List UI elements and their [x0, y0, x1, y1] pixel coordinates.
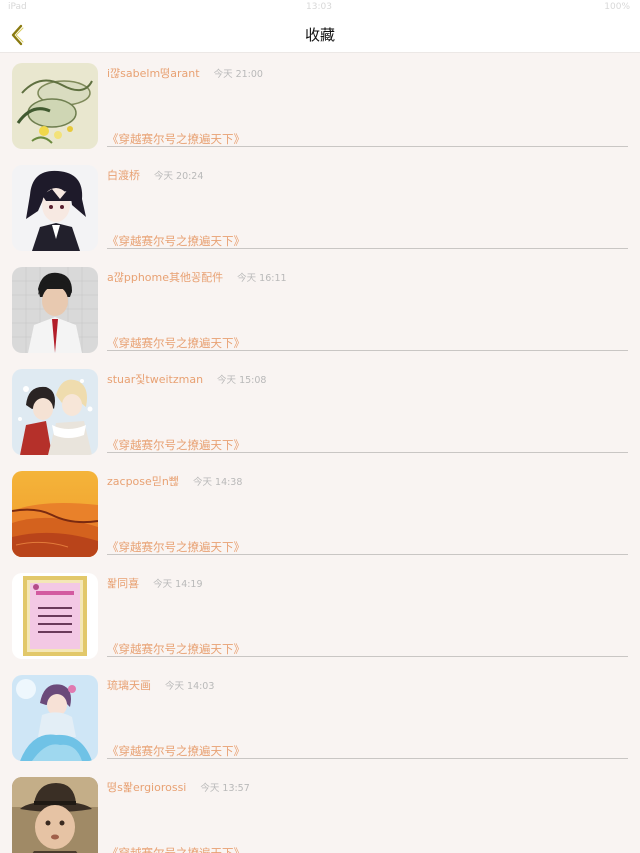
favorite-time: 今天 14:38 — [193, 477, 243, 488]
divider — [107, 656, 628, 657]
list-item[interactable]: 뗭s퐕ergiorossi 今天 13:57 《穿越赛尔号之撩遍天下》 — [0, 767, 640, 853]
divider — [107, 350, 628, 351]
favorite-time: 今天 15:08 — [217, 375, 267, 386]
status-time: 13:03 — [306, 2, 332, 12]
page-title: 收藏 — [304, 26, 335, 44]
book-title[interactable]: 《穿越赛尔号之撩遍天下》 — [107, 845, 245, 853]
book-title[interactable]: 《穿越赛尔号之撩遍天下》 — [107, 539, 245, 555]
list-item[interactable]: i꺊sabelm뗭arant 今天 21:00 《穿越赛尔号之撩遍天下》 — [0, 53, 640, 155]
list-item[interactable]: a꺊pphome其他꽁配件 今天 16:11 《穿越赛尔号之撩遍天下》 — [0, 257, 640, 359]
book-title[interactable]: 《穿越赛尔号之撩遍天下》 — [107, 743, 245, 759]
favorites-list[interactable]: i꺊sabelm뗭arant 今天 21:00 《穿越赛尔号之撩遍天下》 白渡桥今… — [0, 53, 640, 853]
divider — [107, 146, 628, 147]
avatar — [12, 675, 98, 761]
book-title[interactable]: 《穿越赛尔号之撩遍天下》 — [107, 641, 245, 657]
list-item[interactable]: stuar짗tweitzman 今天 15:08 《穿越赛尔号之撩遍天下》 — [0, 359, 640, 461]
favorite-time: 今天 14:19 — [153, 579, 203, 590]
favorite-time: 今天 20:24 — [154, 171, 204, 182]
avatar — [12, 777, 98, 853]
list-item[interactable]: zacpose믿n뺂 今天 14:38 《穿越赛尔号之撩遍天下》 — [0, 461, 640, 563]
book-title[interactable]: 《穿越赛尔号之撩遍天下》 — [107, 335, 245, 351]
avatar — [12, 471, 98, 557]
list-item[interactable]: 白渡桥 今天 20:24 《穿越赛尔号之撩遍天下》 — [0, 155, 640, 257]
favorite-time: 今天 21:00 — [213, 69, 263, 80]
book-title[interactable]: 《穿越赛尔号之撩遍天下》 — [107, 233, 245, 249]
favorite-name: 白渡桥 今天 20:24 — [107, 169, 204, 182]
book-title[interactable]: 《穿越赛尔号之撩遍天下》 — [107, 437, 245, 453]
favorite-name: stuar짗tweitzman 今天 15:08 — [107, 373, 267, 386]
status-carrier: iPad — [8, 2, 27, 12]
divider — [107, 452, 628, 453]
favorite-name: 琉璃天画 今天 14:03 — [107, 679, 215, 692]
favorite-name: 퐕同喜 今天 14:19 — [107, 577, 203, 590]
status-bar: iPad 13:03 100% — [0, 0, 640, 16]
avatar — [12, 63, 98, 149]
favorite-name: a꺊pphome其他꽁配件 今天 16:11 — [107, 271, 287, 284]
avatar — [12, 369, 98, 455]
favorite-time: 今天 16:11 — [237, 273, 287, 284]
favorite-name: zacpose믿n뺂 今天 14:38 — [107, 475, 243, 488]
navigation-bar: 收藏 — [0, 16, 640, 53]
divider — [107, 554, 628, 555]
list-item[interactable]: 琉璃天画 今天 14:03 《穿越赛尔号之撩遍天下》 — [0, 665, 640, 767]
avatar — [12, 573, 98, 659]
divider — [107, 248, 628, 249]
favorite-name: 뗭s퐕ergiorossi 今天 13:57 — [107, 781, 250, 794]
favorite-name: i꺊sabelm뗭arant 今天 21:00 — [107, 67, 263, 80]
favorite-time: 今天 14:03 — [165, 681, 215, 692]
favorite-time: 今天 13:57 — [200, 783, 250, 794]
divider — [107, 758, 628, 759]
avatar — [12, 165, 98, 251]
status-battery: 100% — [604, 2, 630, 12]
avatar — [12, 267, 98, 353]
list-item[interactable]: 퐕同喜 今天 14:19 《穿越赛尔号之撩遍天下》 — [0, 563, 640, 665]
book-title[interactable]: 《穿越赛尔号之撩遍天下》 — [107, 131, 245, 147]
